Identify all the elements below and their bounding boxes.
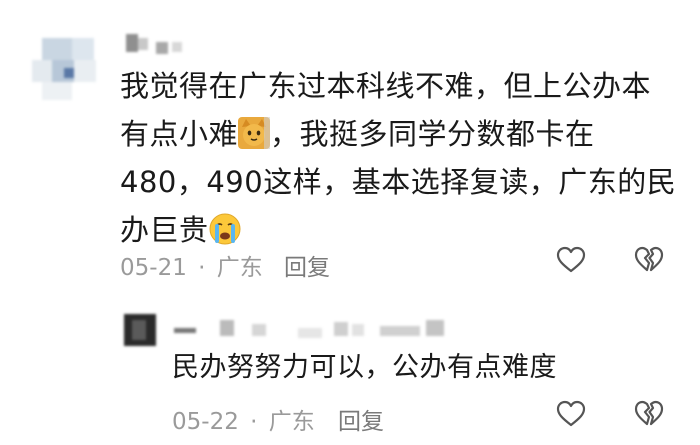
comment-location: 广东	[216, 255, 263, 281]
comment-fragment: 有点小难	[120, 117, 239, 151]
avatar[interactable]	[124, 314, 156, 346]
username[interactable]	[122, 32, 202, 58]
comment-line: 我觉得在广东过本科线不难，但上公办本	[120, 69, 652, 103]
broken-heart-icon[interactable]	[634, 400, 664, 428]
comment-fragment: 办巨贵	[120, 213, 209, 247]
meta-separator: ·	[198, 255, 206, 281]
reply-location: 广东	[268, 409, 315, 435]
comment-body: 我觉得在广东过本科线不难，但上公办本 有点小难 ，我挺多同学分数都卡在 480，…	[120, 62, 680, 254]
reply-button[interactable]: 回复	[284, 248, 330, 282]
reply-body: 民办努努力可以，公办有点难度	[172, 352, 557, 383]
comment-fragment: ，我挺多同学分数都卡在	[270, 117, 595, 151]
comment-line: 有点小难 ，我挺多同学分数都卡在	[120, 110, 680, 158]
crying-face-emoji	[209, 211, 241, 245]
broken-heart-icon[interactable]	[634, 246, 664, 274]
comment-line: 办巨贵	[120, 206, 680, 254]
reply-meta: 05-22 · 广东	[172, 402, 315, 436]
comment-meta: 05-21 · 广东	[120, 248, 263, 282]
username[interactable]	[172, 314, 462, 342]
avatar[interactable]	[28, 30, 104, 106]
meta-separator: ·	[250, 409, 258, 435]
reply-date: 05-22	[172, 409, 239, 435]
comment-date: 05-21	[120, 255, 187, 281]
heart-outline-icon[interactable]	[556, 246, 586, 274]
reply-button[interactable]: 回复	[338, 402, 384, 436]
heart-outline-icon[interactable]	[556, 400, 586, 428]
cat-face-emoji	[238, 115, 271, 149]
comment-line: 480，490这样，基本选择复读，广东的民	[120, 165, 677, 199]
